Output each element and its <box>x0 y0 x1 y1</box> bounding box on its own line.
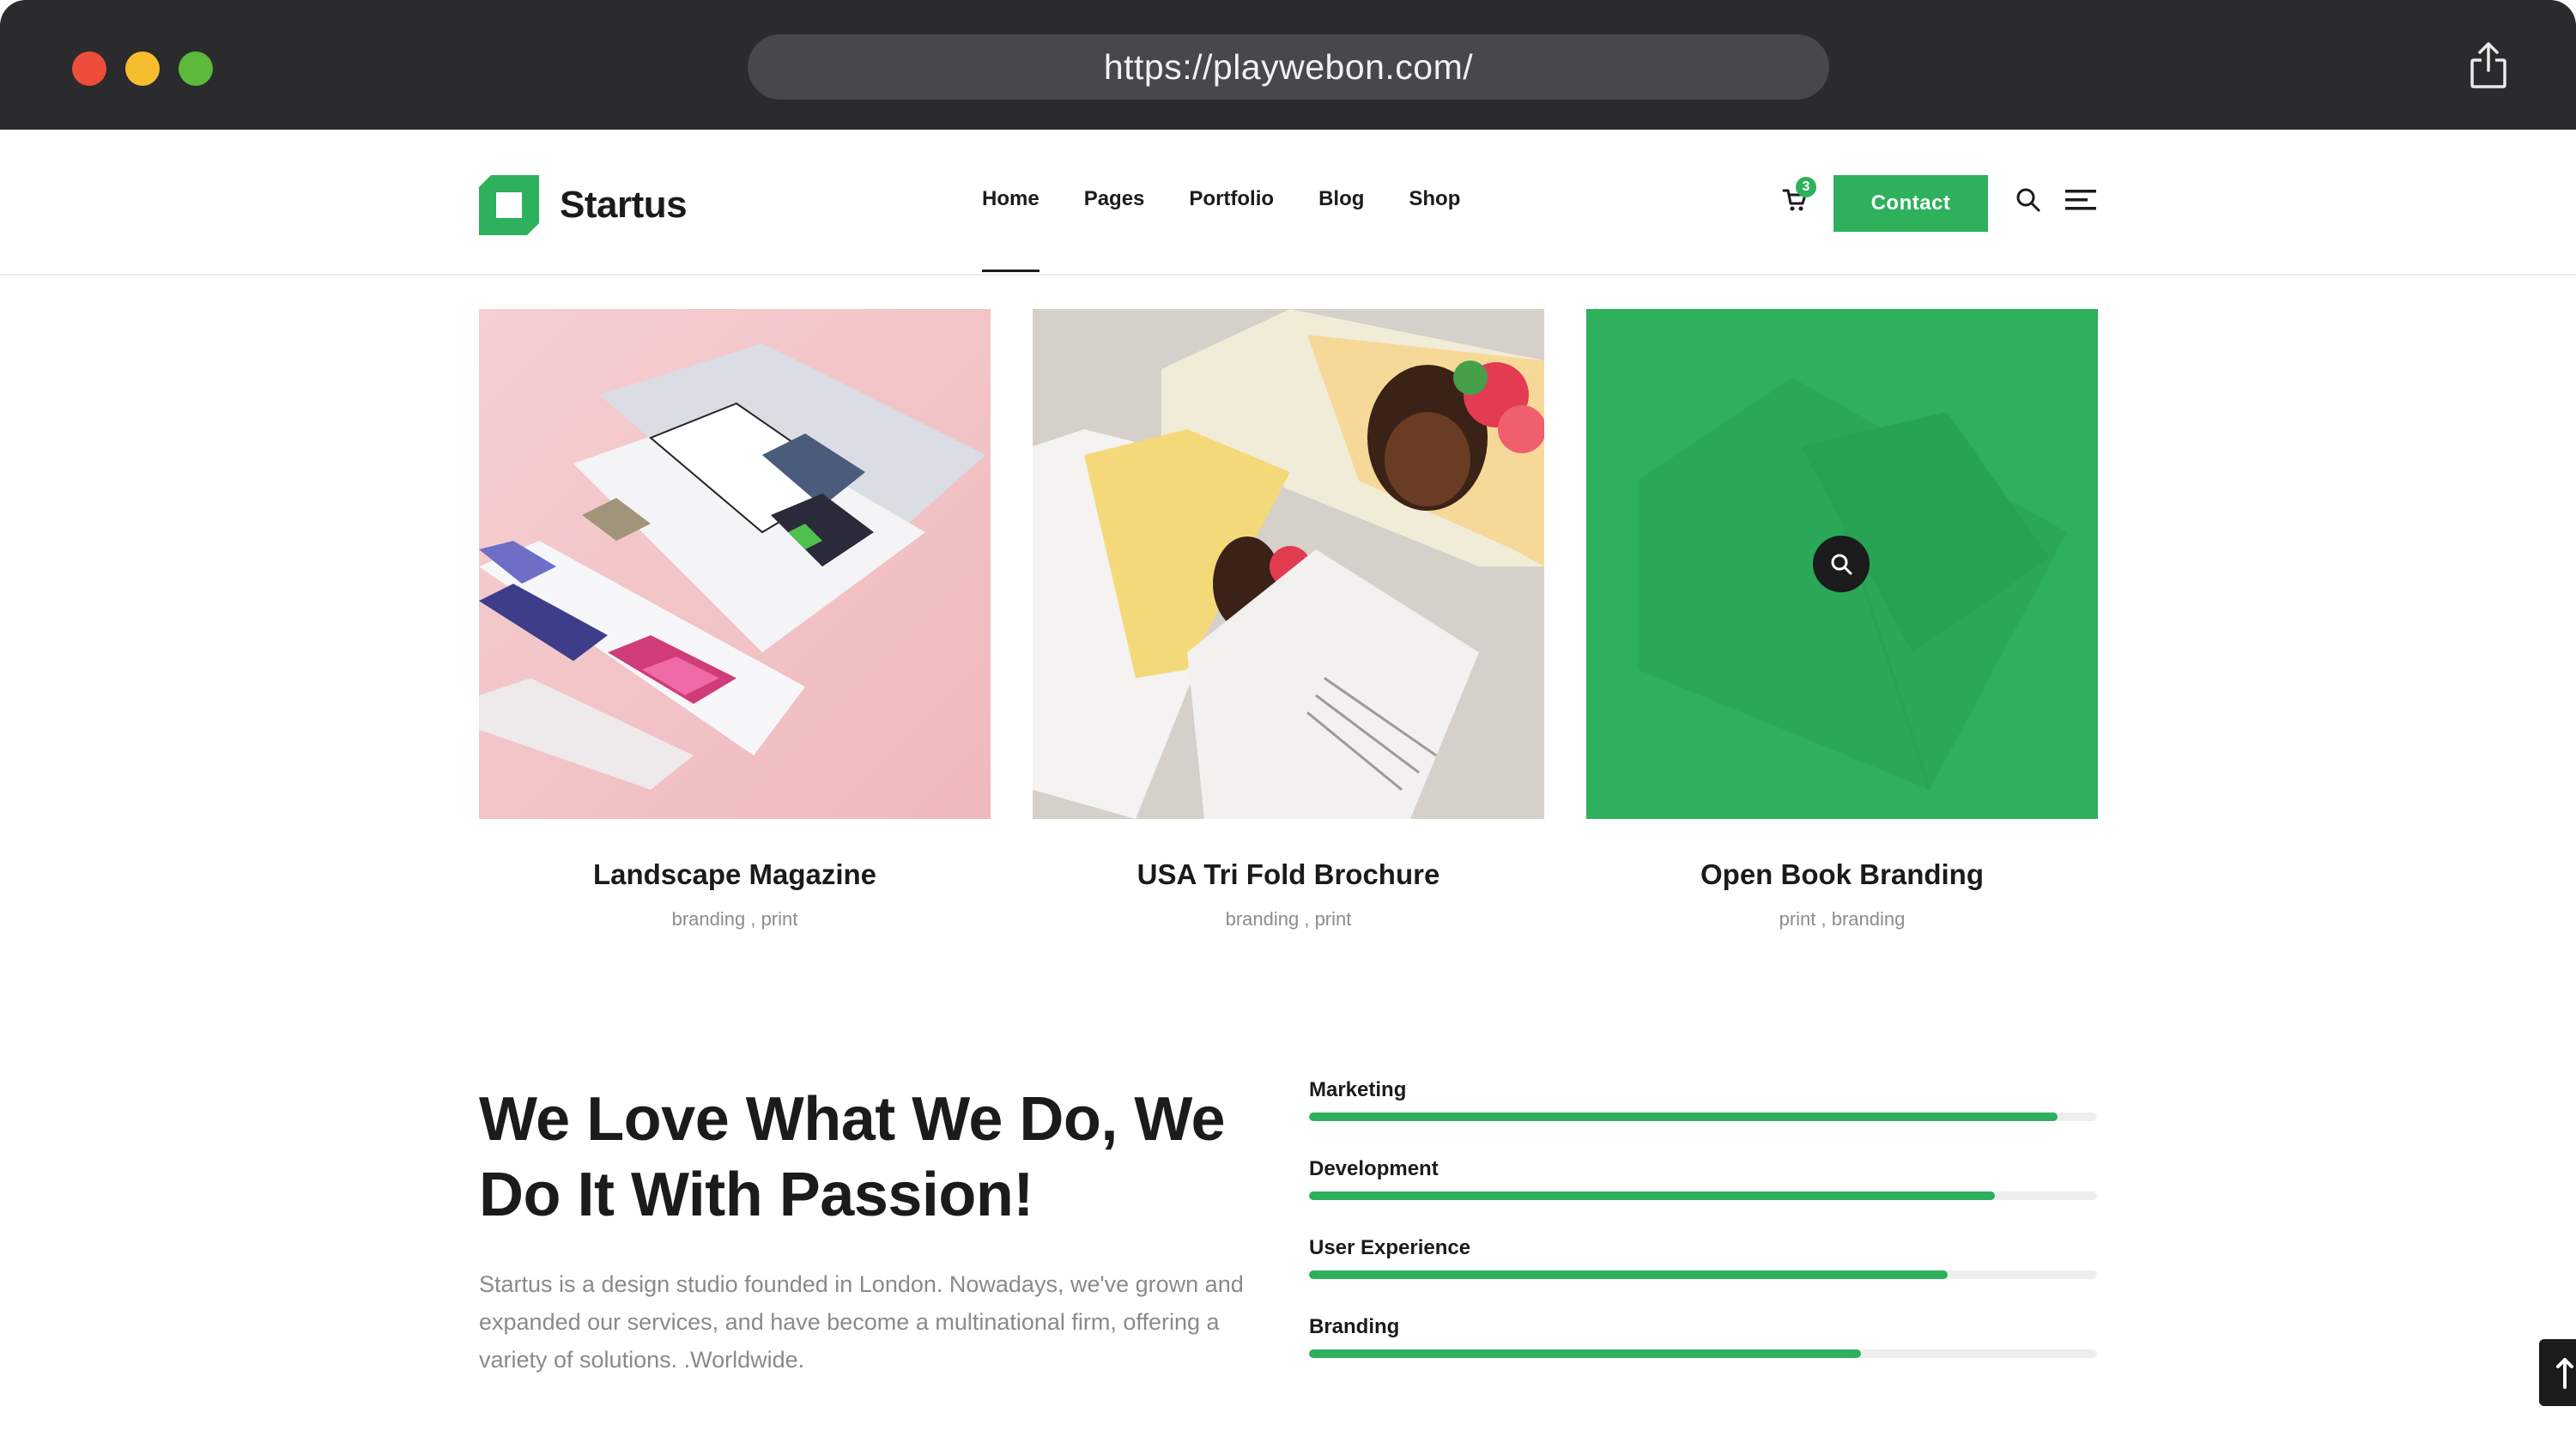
minimize-window-button[interactable] <box>125 52 160 86</box>
nav-item-portfolio[interactable]: Portfolio <box>1189 187 1274 211</box>
portfolio-image-magazine[interactable] <box>1033 309 1544 819</box>
section-description: Startus is a design studio founded in Lo… <box>479 1271 1244 1373</box>
browser-chrome: https://playwebon.com/ <box>0 0 2576 130</box>
portfolio-title[interactable]: Landscape Magazine <box>479 858 991 891</box>
portfolio-tags: print , branding <box>1779 908 1906 930</box>
skill-bar: Development <box>1309 1157 2097 1236</box>
portfolio-tags: branding , print <box>671 908 798 930</box>
main-nav: Home Pages Portfolio Blog Shop <box>982 187 1505 272</box>
skill-bar: Branding <box>1309 1315 2097 1394</box>
skill-bar: User Experience <box>1309 1236 2097 1315</box>
skill-fill <box>1309 1270 1948 1279</box>
site-logo[interactable]: Startus <box>479 175 688 235</box>
portfolio-title[interactable]: Open Book Branding <box>1586 858 2098 891</box>
skill-fill <box>1309 1191 1995 1200</box>
portfolio-image-open-book[interactable] <box>1586 309 2098 819</box>
skill-fill <box>1309 1113 2058 1121</box>
portfolio-image-brochure[interactable] <box>479 309 991 819</box>
skill-track <box>1309 1349 2097 1358</box>
search-icon[interactable] <box>2015 187 2041 213</box>
nav-item-shop[interactable]: Shop <box>1409 187 1460 211</box>
contact-button[interactable]: Contact <box>1834 175 1988 232</box>
cart-count-badge: 3 <box>1796 177 1816 197</box>
menu-icon[interactable] <box>2065 187 2096 213</box>
magnifier-icon <box>1831 554 1852 575</box>
portfolio-title[interactable]: USA Tri Fold Brochure <box>1033 858 1544 891</box>
arrow-up-icon <box>2556 1358 2573 1389</box>
skill-label: Development <box>1309 1157 1439 1180</box>
skills-list: Marketing Development User Experience Br… <box>1309 1078 2097 1394</box>
skill-track <box>1309 1270 2097 1279</box>
close-window-button[interactable] <box>72 52 106 86</box>
nav-item-home[interactable]: Home <box>982 187 1039 272</box>
skill-label: Branding <box>1309 1315 1400 1338</box>
zoom-button[interactable] <box>1813 536 1870 592</box>
scroll-to-top-button[interactable] <box>2539 1339 2576 1406</box>
portfolio-card[interactable]: Landscape Magazine branding , print <box>479 309 991 931</box>
portfolio-tags: branding , print <box>1225 908 1352 930</box>
portfolio-card[interactable]: Open Book Branding print , branding <box>1586 309 2098 931</box>
address-bar[interactable]: https://playwebon.com/ <box>748 34 1829 100</box>
skill-fill <box>1309 1349 1861 1358</box>
logo-text: Startus <box>560 184 688 226</box>
maximize-window-button[interactable] <box>179 52 213 86</box>
nav-item-pages[interactable]: Pages <box>1084 187 1145 211</box>
skill-label: Marketing <box>1309 1078 1407 1101</box>
nav-item-blog[interactable]: Blog <box>1318 187 1364 211</box>
share-icon[interactable] <box>2469 41 2508 89</box>
skill-track <box>1309 1113 2097 1121</box>
portfolio-card[interactable]: USA Tri Fold Brochure branding , print <box>1033 309 1544 931</box>
logo-mark-icon <box>479 175 539 235</box>
skill-bar: Marketing <box>1309 1078 2097 1157</box>
skill-track <box>1309 1191 2097 1200</box>
section-headline: We Love What We Do, We Do It With Passio… <box>479 1085 1226 1229</box>
skill-label: User Experience <box>1309 1236 1471 1259</box>
